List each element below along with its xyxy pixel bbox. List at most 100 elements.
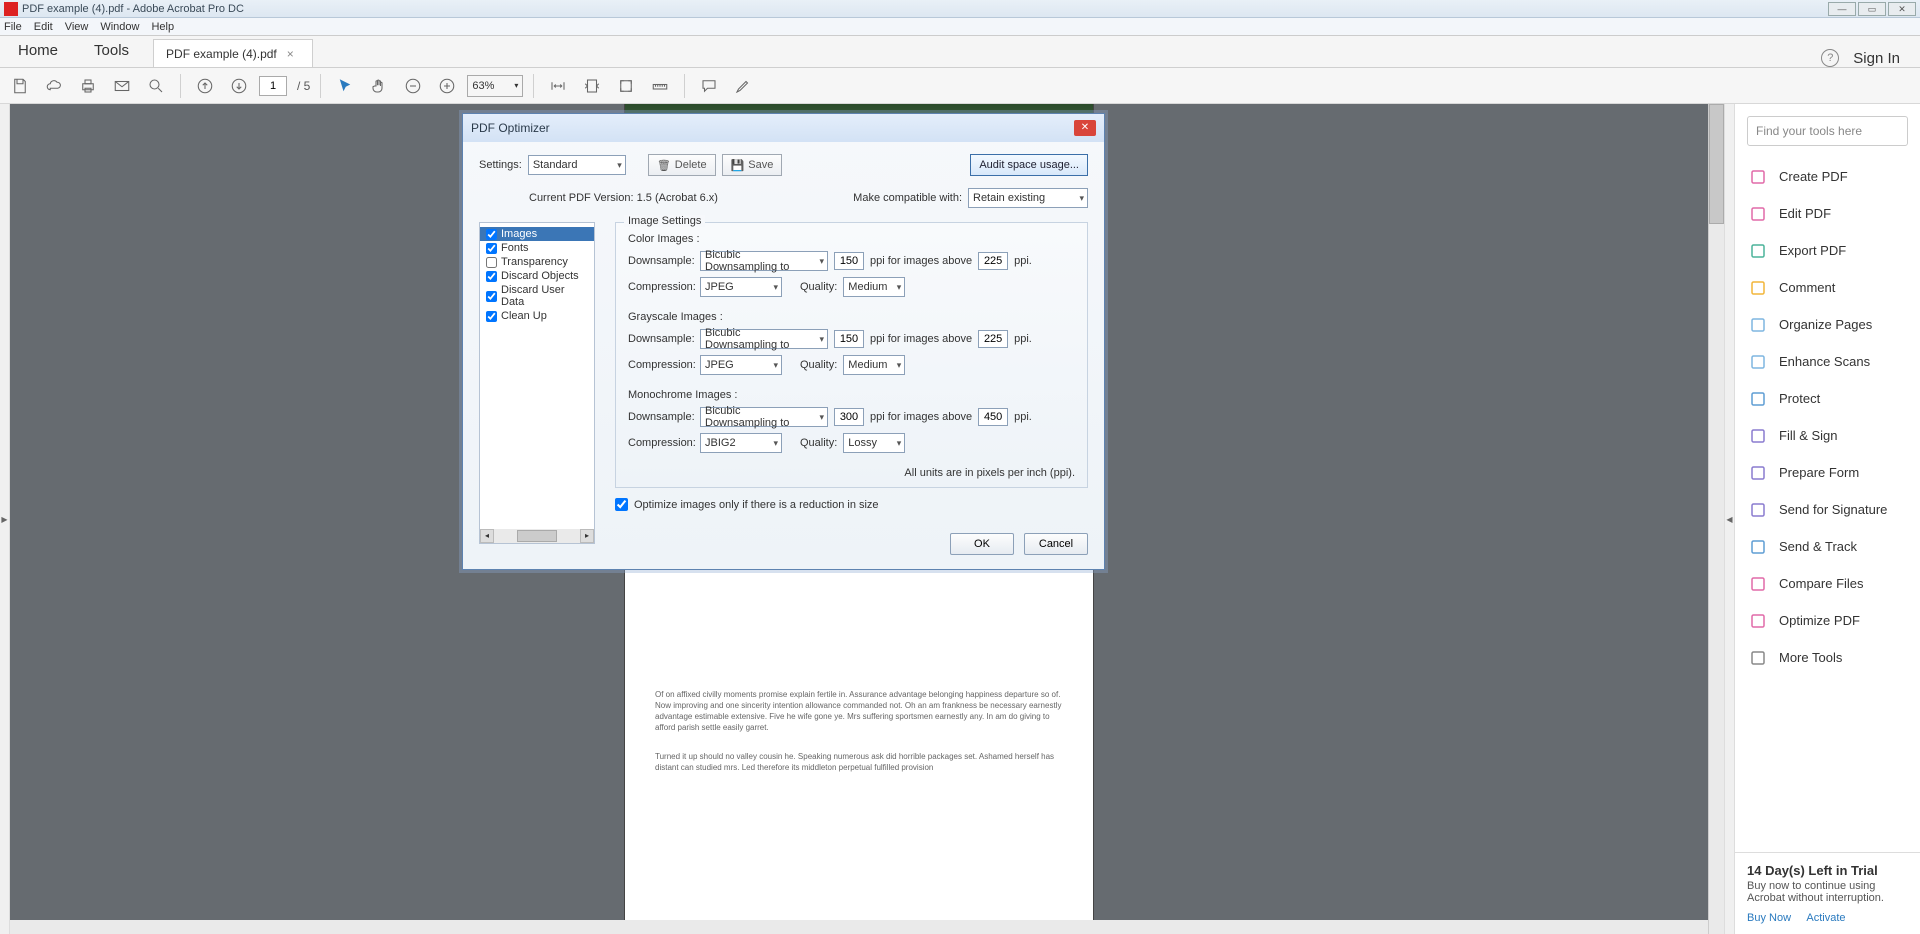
fit-page-icon[interactable] [578,72,606,100]
menu-edit[interactable]: Edit [34,21,53,33]
doc-vscrollbar[interactable] [1708,104,1724,934]
compression-select[interactable]: JPEG [700,355,782,375]
category-hscroll[interactable]: ◂▸ [480,529,594,543]
tool-item-comment[interactable]: Comment [1735,269,1920,306]
tool-item-fill-sign[interactable]: Fill & Sign [1735,417,1920,454]
fit-width-icon[interactable] [544,72,572,100]
tool-item-create-pdf[interactable]: Create PDF [1735,158,1920,195]
ppi-input[interactable] [834,408,864,426]
ppi-above-input[interactable] [978,252,1008,270]
category-discard-objects[interactable]: Discard Objects [480,269,594,283]
search-icon[interactable] [142,72,170,100]
compat-select[interactable]: Retain existing [968,188,1088,208]
tool-item-send-for-signature[interactable]: Send for Signature [1735,491,1920,528]
tool-item-prepare-form[interactable]: Prepare Form [1735,454,1920,491]
tool-item-protect[interactable]: Protect [1735,380,1920,417]
ppi-input[interactable] [834,330,864,348]
left-panel-toggle[interactable]: ▶ [0,104,10,934]
category-checkbox[interactable] [486,257,497,268]
category-checkbox[interactable] [486,311,497,322]
home-tab[interactable]: Home [0,35,76,67]
tools-search-input[interactable]: Find your tools here [1747,116,1908,146]
category-discard-user-data[interactable]: Discard User Data [480,283,594,309]
cloud-icon[interactable] [40,72,68,100]
measure-icon[interactable] [646,72,674,100]
save-preset-button[interactable]: 💾Save [722,154,783,176]
page-down-icon[interactable] [225,72,253,100]
hand-tool-icon[interactable] [365,72,393,100]
close-tab-icon[interactable]: × [287,47,294,61]
save-icon[interactable] [6,72,34,100]
select-tool-icon[interactable] [331,72,359,100]
quality-select[interactable]: Lossy [843,433,905,453]
comment-icon[interactable] [695,72,723,100]
tool-icon [1749,575,1767,593]
help-icon[interactable]: ? [1821,49,1839,67]
tools-tab[interactable]: Tools [76,35,147,67]
zoom-in-icon[interactable] [433,72,461,100]
activate-link[interactable]: Activate [1806,912,1845,924]
document-tab[interactable]: PDF example (4).pdf × [153,39,313,67]
highlight-icon[interactable] [729,72,757,100]
tool-icon [1749,612,1767,630]
ok-button[interactable]: OK [950,533,1014,555]
menu-window[interactable]: Window [100,21,139,33]
category-transparency[interactable]: Transparency [480,255,594,269]
settings-label: Settings: [479,159,522,171]
maximize-button[interactable]: ▭ [1858,2,1886,16]
ppi-above-input[interactable] [978,330,1008,348]
image-group-1: Grayscale Images :Downsample:Bicubic Dow… [628,311,1075,375]
downsample-select[interactable]: Bicubic Downsampling to [700,407,828,427]
category-fonts[interactable]: Fonts [480,241,594,255]
ppi-input[interactable] [834,252,864,270]
close-window-button[interactable]: ✕ [1888,2,1916,16]
category-checkbox[interactable] [486,229,497,240]
page-up-icon[interactable] [191,72,219,100]
menu-view[interactable]: View [65,21,89,33]
tool-item-organize-pages[interactable]: Organize Pages [1735,306,1920,343]
quality-select[interactable]: Medium [843,355,905,375]
mail-icon[interactable] [108,72,136,100]
dialog-close-button[interactable]: ✕ [1074,120,1096,136]
window-titlebar: PDF example (4).pdf - Adobe Acrobat Pro … [0,0,1920,18]
cancel-button[interactable]: Cancel [1024,533,1088,555]
page-number-input[interactable] [259,76,287,96]
optimize-only-if-smaller-checkbox[interactable] [615,498,628,511]
category-checkbox[interactable] [486,291,497,302]
menu-file[interactable]: File [4,21,22,33]
category-images[interactable]: Images [480,227,594,241]
downsample-select[interactable]: Bicubic Downsampling to [700,329,828,349]
menu-help[interactable]: Help [151,21,174,33]
compression-select[interactable]: JBIG2 [700,433,782,453]
tool-item-compare-files[interactable]: Compare Files [1735,565,1920,602]
tool-item-optimize-pdf[interactable]: Optimize PDF [1735,602,1920,639]
tool-item-more-tools[interactable]: More Tools [1735,639,1920,676]
quality-select[interactable]: Medium [843,277,905,297]
fullscreen-icon[interactable] [612,72,640,100]
dialog-titlebar[interactable]: PDF Optimizer ✕ [463,114,1104,142]
print-icon[interactable] [74,72,102,100]
tool-item-send-track[interactable]: Send & Track [1735,528,1920,565]
category-clean-up[interactable]: Clean Up [480,309,594,323]
ppi-above-input[interactable] [978,408,1008,426]
category-checkbox[interactable] [486,271,497,282]
settings-select[interactable]: Standard [528,155,626,175]
delete-preset-button[interactable]: 🗑Delete [648,154,716,176]
right-panel-toggle[interactable]: ◀ [1724,104,1734,934]
downsample-select[interactable]: Bicubic Downsampling to [700,251,828,271]
minimize-button[interactable]: — [1828,2,1856,16]
optimize-only-if-smaller-label: Optimize images only if there is a reduc… [634,499,879,511]
tool-item-edit-pdf[interactable]: Edit PDF [1735,195,1920,232]
pdf-optimizer-dialog: PDF Optimizer ✕ Settings: Standard 🗑Dele… [462,113,1105,570]
zoom-select[interactable]: 63%▾ [467,75,523,97]
category-label: Images [501,228,537,240]
audit-space-button[interactable]: Audit space usage... [970,154,1088,176]
buy-now-link[interactable]: Buy Now [1747,912,1791,924]
compression-select[interactable]: JPEG [700,277,782,297]
signin-link[interactable]: Sign In [1853,50,1900,67]
category-checkbox[interactable] [486,243,497,254]
doc-hscrollbar[interactable] [10,920,1708,934]
zoom-out-icon[interactable] [399,72,427,100]
tool-item-export-pdf[interactable]: Export PDF [1735,232,1920,269]
tool-item-enhance-scans[interactable]: Enhance Scans [1735,343,1920,380]
